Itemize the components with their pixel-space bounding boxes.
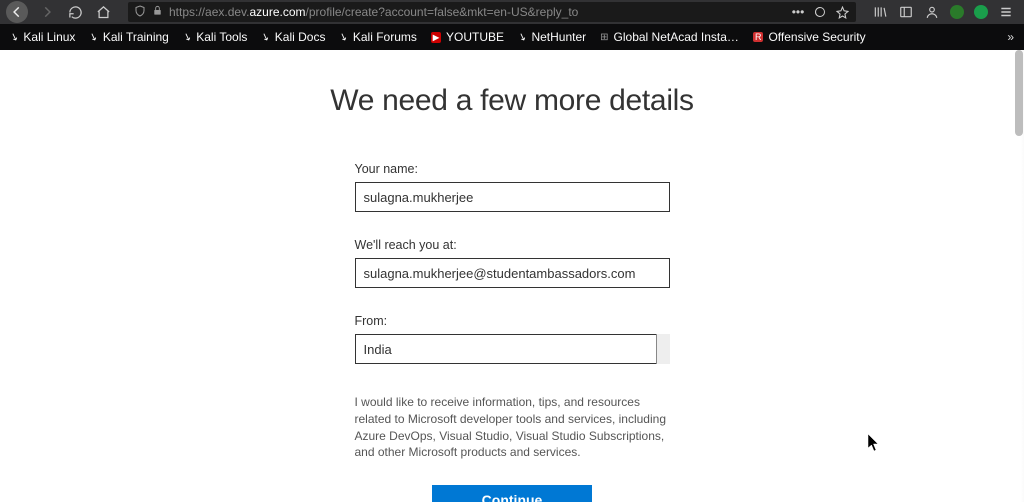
bookmark-label: Global NetAcad Insta… bbox=[614, 30, 739, 44]
kali-icon: ↘ bbox=[88, 30, 100, 43]
page-content-area: We need a few more details Your name: We… bbox=[0, 50, 1024, 502]
bookmark-label: Kali Docs bbox=[275, 30, 326, 44]
bookmark-label: YOUTUBE bbox=[446, 30, 504, 44]
bookmark-label: Kali Tools bbox=[196, 30, 247, 44]
netacad-icon: ⊞ bbox=[600, 32, 608, 43]
scrollbar-thumb[interactable] bbox=[1015, 50, 1023, 136]
lock-icon bbox=[152, 5, 163, 19]
home-button[interactable] bbox=[94, 3, 112, 21]
browser-toolbar: https://aex.dev.azure.com/profile/create… bbox=[0, 0, 1024, 24]
from-label: From: bbox=[355, 314, 670, 328]
bookmark-label: Kali Forums bbox=[353, 30, 417, 44]
toolbar-right bbox=[872, 4, 1018, 20]
continue-button[interactable]: Continue bbox=[432, 485, 592, 502]
bookmark-nethunter[interactable]: ↘NetHunter bbox=[518, 30, 586, 44]
library-icon[interactable] bbox=[872, 4, 888, 20]
name-input[interactable] bbox=[355, 182, 670, 212]
menu-icon[interactable] bbox=[998, 4, 1014, 20]
url-text: https://aex.dev.azure.com/profile/create… bbox=[169, 5, 784, 19]
kali-icon: ↘ bbox=[260, 30, 272, 43]
bookmark-kali-forums[interactable]: ↘Kali Forums bbox=[339, 30, 416, 44]
profile-badge-b[interactable] bbox=[950, 5, 964, 19]
kali-icon: ↘ bbox=[338, 30, 350, 43]
kali-icon: ↘ bbox=[516, 30, 528, 43]
reload-button[interactable] bbox=[66, 3, 84, 21]
disclaimer-text: I would like to receive information, tip… bbox=[355, 394, 670, 461]
country-value: India bbox=[364, 342, 392, 357]
scrollbar-track[interactable] bbox=[1014, 50, 1024, 502]
cursor-icon bbox=[868, 434, 880, 452]
more-bookmarks-button[interactable]: » bbox=[1007, 30, 1014, 44]
bookmark-label: Kali Training bbox=[103, 30, 169, 44]
chevron-down-icon[interactable] bbox=[656, 334, 670, 364]
email-label: We'll reach you at: bbox=[355, 238, 670, 252]
bookmarks-bar: ↘Kali Linux ↘Kali Training ↘Kali Tools ↘… bbox=[0, 24, 1024, 50]
country-select[interactable]: India bbox=[355, 334, 670, 364]
shield-icon bbox=[134, 5, 146, 20]
bookmark-kali-linux[interactable]: ↘Kali Linux bbox=[10, 30, 75, 44]
offsec-icon: R bbox=[753, 32, 764, 42]
sidebar-icon[interactable] bbox=[898, 4, 914, 20]
reader-icon[interactable] bbox=[812, 4, 828, 20]
url-bar[interactable]: https://aex.dev.azure.com/profile/create… bbox=[128, 2, 856, 22]
name-label: Your name: bbox=[355, 162, 670, 176]
bookmark-global-netacad[interactable]: ⊞ Global NetAcad Insta… bbox=[600, 30, 739, 44]
more-icon[interactable]: ••• bbox=[790, 4, 806, 20]
bookmark-label: Offensive Security bbox=[768, 30, 865, 44]
youtube-icon: ▶ bbox=[431, 32, 441, 43]
profile-badge-g[interactable] bbox=[974, 5, 988, 19]
bookmark-star-icon[interactable] bbox=[834, 4, 850, 20]
bookmark-kali-training[interactable]: ↘Kali Training bbox=[89, 30, 168, 44]
forward-button bbox=[38, 3, 56, 21]
kali-icon: ↘ bbox=[181, 30, 193, 43]
profile-form: Your name: We'll reach you at: From: Ind… bbox=[355, 162, 670, 502]
account-icon[interactable] bbox=[924, 4, 940, 20]
bookmark-offensive-security[interactable]: R Offensive Security bbox=[753, 30, 866, 44]
page-title: We need a few more details bbox=[182, 84, 842, 118]
bookmark-label: NetHunter bbox=[531, 30, 586, 44]
email-input[interactable] bbox=[355, 258, 670, 288]
nav-buttons bbox=[6, 1, 112, 23]
kali-icon: ↘ bbox=[8, 30, 20, 43]
bookmark-kali-docs[interactable]: ↘Kali Docs bbox=[261, 30, 325, 44]
bookmark-label: Kali Linux bbox=[23, 30, 75, 44]
back-button[interactable] bbox=[6, 1, 28, 23]
bookmark-kali-tools[interactable]: ↘Kali Tools bbox=[183, 30, 248, 44]
bookmark-youtube[interactable]: ▶ YOUTUBE bbox=[431, 30, 504, 44]
